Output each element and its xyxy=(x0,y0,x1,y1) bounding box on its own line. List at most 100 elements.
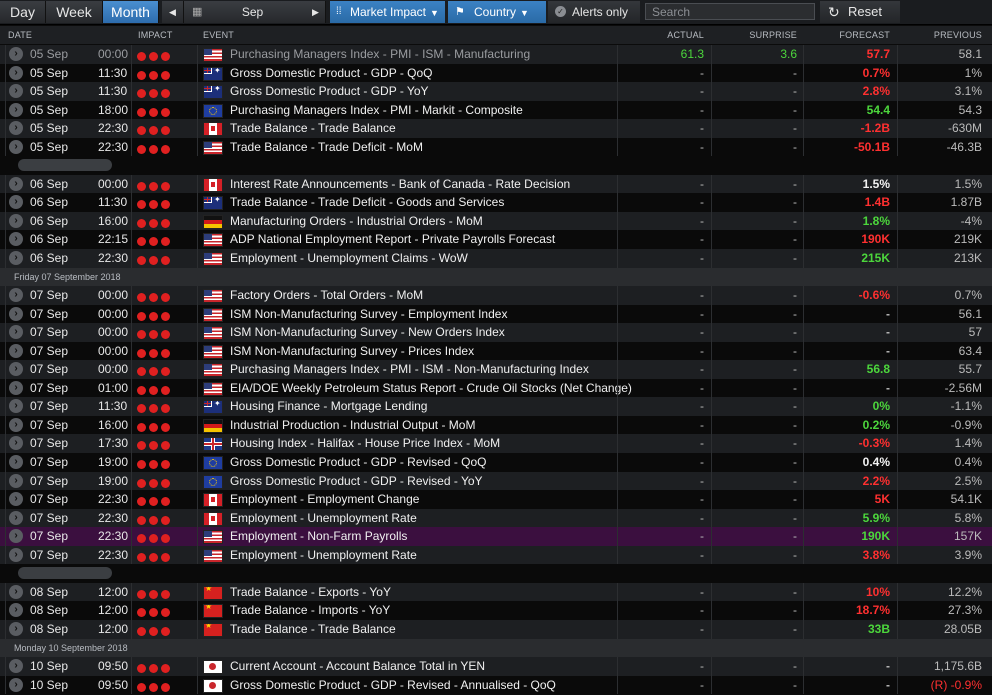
expand-arrow-icon[interactable]: › xyxy=(9,139,23,154)
expand-arrow-icon[interactable]: › xyxy=(9,417,23,432)
event-row[interactable]: › 06 Sep 00:00 Interest Rate Announcements … xyxy=(0,174,992,194)
row-event-name: Gross Domestic Product - GDP - Revised -… xyxy=(230,473,483,488)
impact-dot-icon xyxy=(137,70,146,80)
next-period-button[interactable]: ▶ xyxy=(306,1,326,23)
event-row[interactable]: › 06 Sep 22:15 ADP National Employment Repo… xyxy=(0,230,992,250)
row-event-name: Industrial Production - Industrial Outpu… xyxy=(230,417,476,432)
event-row[interactable]: › 10 Sep 09:50 Gross Domestic Product - GDP… xyxy=(0,675,992,695)
event-row[interactable]: › 06 Sep 16:00 Manufacturing Orders - Indus… xyxy=(0,211,992,231)
event-row[interactable]: › 08 Sep 12:00 Trade Balance - Exports - Yo… xyxy=(0,582,992,602)
expand-arrow-icon[interactable]: › xyxy=(9,659,23,674)
column-divider xyxy=(131,508,132,528)
event-row[interactable]: › 07 Sep 19:00 Gross Domestic Product - GDP… xyxy=(0,453,992,472)
event-row[interactable]: › 07 Sep 22:30 Employment - Non-Farm Payrol… xyxy=(0,527,992,546)
market-impact-dropdown[interactable]: ⁞⁞ Market Impact ▼ xyxy=(330,1,445,23)
expand-arrow-icon[interactable]: › xyxy=(9,547,23,562)
event-row[interactable]: › 07 Sep 22:30 Employment - Employment Chan… xyxy=(0,490,992,509)
event-row[interactable]: › 07 Sep 01:00 EIA/DOE Weekly Petroleum Sta… xyxy=(0,378,992,398)
column-divider xyxy=(617,657,618,676)
event-row[interactable]: › 07 Sep 19:00 Gross Domestic Product - GDP… xyxy=(0,471,992,491)
column-divider xyxy=(131,249,132,268)
event-row[interactable]: › 08 Sep 12:00 Trade Balance - Trade Balanc… xyxy=(0,619,992,639)
month-button[interactable]: Month xyxy=(103,1,159,23)
col-actual[interactable]: ACTUAL xyxy=(667,30,704,40)
column-divider xyxy=(131,397,132,416)
event-row[interactable]: › 05 Sep 22:30 Trade Balance - Trade Defici… xyxy=(0,137,992,157)
event-row[interactable]: › 05 Sep 11:30 Gross Domestic Product - GDP… xyxy=(0,82,992,101)
reset-button[interactable]: ↻ Reset xyxy=(820,1,900,23)
column-divider xyxy=(711,304,712,324)
col-surprise[interactable]: SURPRISE xyxy=(749,30,797,40)
expand-arrow-icon[interactable]: › xyxy=(9,510,23,525)
column-divider xyxy=(897,193,898,212)
row-date: 07 Sep xyxy=(30,436,69,451)
expand-arrow-icon[interactable]: › xyxy=(9,176,23,191)
period-selector[interactable]: ▦ Sep xyxy=(184,1,322,23)
event-row[interactable]: › 07 Sep 22:30 Employment - Unemployment Ra… xyxy=(0,508,992,528)
expand-arrow-icon[interactable]: › xyxy=(9,529,23,544)
column-divider xyxy=(131,527,132,546)
event-row[interactable]: › 07 Sep 00:00 Purchasing Managers Index - … xyxy=(0,360,992,379)
event-row[interactable]: › 06 Sep 22:30 Employment - Unemployment Cl… xyxy=(0,249,992,268)
event-row[interactable]: › 07 Sep 17:30 Housing Index - Halifax - Ho… xyxy=(0,434,992,454)
prev-period-button[interactable]: ◀ xyxy=(162,1,184,23)
alerts-only-toggle[interactable]: ✓ Alerts only xyxy=(548,1,640,23)
search-input[interactable] xyxy=(645,3,815,20)
expand-arrow-icon[interactable]: › xyxy=(9,343,23,358)
event-row[interactable]: › 05 Sep 22:30 Trade Balance - Trade Balanc… xyxy=(0,119,992,138)
expand-arrow-icon[interactable]: › xyxy=(9,603,23,618)
expand-arrow-icon[interactable]: › xyxy=(9,584,23,599)
col-date[interactable]: DATE xyxy=(8,30,32,40)
event-row[interactable]: › 08 Sep 12:00 Trade Balance - Imports - Yo… xyxy=(0,601,992,620)
column-divider xyxy=(131,137,132,157)
expand-arrow-icon[interactable]: › xyxy=(9,306,23,321)
expand-arrow-icon[interactable]: › xyxy=(9,288,23,303)
col-impact[interactable]: IMPACT xyxy=(138,30,173,40)
expand-arrow-icon[interactable]: › xyxy=(9,455,23,470)
event-row[interactable]: › 07 Sep 00:00 ISM Non-Manufacturing Survey… xyxy=(0,341,992,361)
impact-dot-icon xyxy=(137,682,146,692)
expand-arrow-icon[interactable]: › xyxy=(9,102,23,117)
event-row[interactable]: › 07 Sep 11:30 Housing Finance - Mortgage L… xyxy=(0,397,992,416)
event-row[interactable]: › 07 Sep 16:00 Industrial Production - Indu… xyxy=(0,415,992,435)
impact-dot-icon xyxy=(137,144,146,154)
expand-arrow-icon[interactable]: › xyxy=(9,65,23,80)
expand-arrow-icon[interactable]: › xyxy=(9,399,23,414)
col-event[interactable]: EVENT xyxy=(203,30,234,40)
col-forecast[interactable]: FORECAST xyxy=(839,30,890,40)
expand-arrow-icon[interactable]: › xyxy=(9,380,23,395)
event-row[interactable]: › 07 Sep 00:00 ISM Non-Manufacturing Survey… xyxy=(0,304,992,324)
row-previous: 3.1% xyxy=(954,84,982,99)
column-divider xyxy=(617,508,618,528)
expand-arrow-icon[interactable]: › xyxy=(9,362,23,377)
event-row[interactable]: › 05 Sep 11:30 Gross Domestic Product - GDP… xyxy=(0,63,992,83)
event-row[interactable]: › 10 Sep 09:50 Current Account - Account Ba… xyxy=(0,657,992,676)
row-forecast: - xyxy=(886,677,890,692)
event-row[interactable]: › 05 Sep 18:00 Purchasing Managers Index - … xyxy=(0,100,992,120)
row-surprise: - xyxy=(793,102,797,117)
expand-arrow-icon[interactable]: › xyxy=(9,325,23,340)
country-dropdown[interactable]: ⚑ Country ▼ xyxy=(448,1,546,23)
week-button[interactable]: Week xyxy=(46,1,103,23)
expand-arrow-icon[interactable]: › xyxy=(9,232,23,247)
expand-arrow-icon[interactable]: › xyxy=(9,84,23,99)
row-date: 06 Sep xyxy=(30,232,69,247)
column-divider xyxy=(897,45,898,64)
col-previous[interactable]: PREVIOUS xyxy=(934,30,982,40)
event-row[interactable]: › 07 Sep 00:00 Factory Orders - Total Order… xyxy=(0,286,992,305)
expand-arrow-icon[interactable]: › xyxy=(9,213,23,228)
day-button[interactable]: Day xyxy=(0,1,46,23)
event-row[interactable]: › 06 Sep 11:30 Trade Balance - Trade Defici… xyxy=(0,193,992,212)
expand-arrow-icon[interactable]: › xyxy=(9,492,23,507)
expand-arrow-icon[interactable]: › xyxy=(9,436,23,451)
event-row[interactable]: › 07 Sep 00:00 ISM Non-Manufacturing Survey… xyxy=(0,323,992,342)
event-row[interactable]: › 05 Sep 00:00 Purchasing Managers Index - … xyxy=(0,45,992,64)
event-row[interactable]: › 07 Sep 22:30 Employment - Unemployment Ra… xyxy=(0,545,992,565)
expand-arrow-icon[interactable]: › xyxy=(9,47,23,61)
expand-arrow-icon[interactable]: › xyxy=(9,621,23,636)
expand-arrow-icon[interactable]: › xyxy=(9,251,23,266)
expand-arrow-icon[interactable]: › xyxy=(9,473,23,488)
expand-arrow-icon[interactable]: › xyxy=(9,121,23,136)
expand-arrow-icon[interactable]: › xyxy=(9,195,23,210)
expand-arrow-icon[interactable]: › xyxy=(9,677,23,692)
